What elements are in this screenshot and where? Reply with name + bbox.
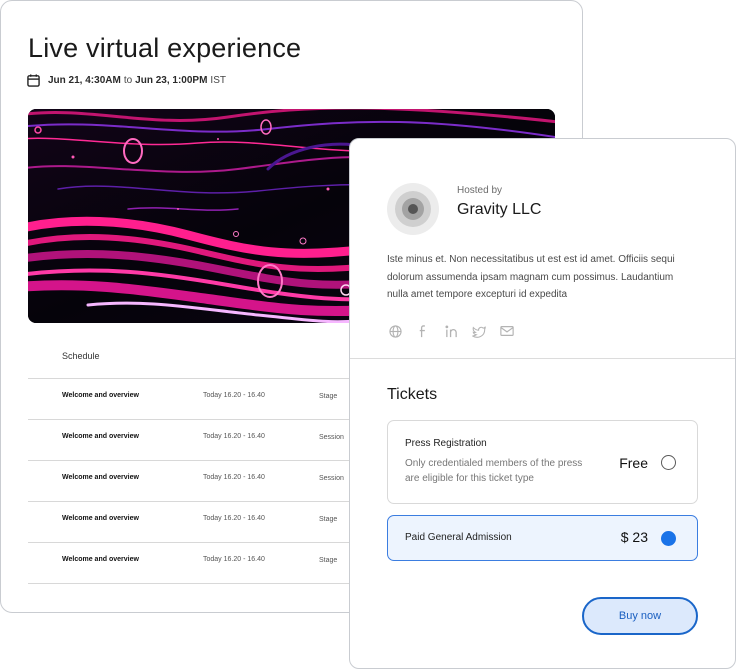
session-time: Today 16.20 - 16.40 xyxy=(203,392,265,399)
tickets-title: Tickets xyxy=(387,386,438,403)
linkedin-icon[interactable] xyxy=(443,323,459,339)
ticket-description: Only credentialed members of the press a… xyxy=(405,458,583,484)
schedule-header: Schedule xyxy=(62,351,100,361)
session-time: Today 16.20 - 16.40 xyxy=(203,515,265,522)
session-type: Stage xyxy=(319,516,338,523)
host-ticket-card: Hosted by Gravity LLC Iste minus et. Non… xyxy=(349,138,736,669)
buy-now-button[interactable]: Buy now xyxy=(582,597,698,635)
session-title: Welcome and overview xyxy=(62,515,139,522)
session-title: Welcome and overview xyxy=(62,474,139,481)
session-type: Session xyxy=(319,475,344,482)
social-links xyxy=(387,323,515,339)
ticket-option-general[interactable]: Paid General Admission $ 23 xyxy=(387,515,698,561)
event-date: Jun 21, 4:30AM to Jun 23, 1:00PM IST xyxy=(27,74,226,87)
session-type: Stage xyxy=(319,393,338,400)
ticket-radio[interactable] xyxy=(661,455,676,470)
table-row[interactable]: Welcome and overview Today 16.20 - 16.40… xyxy=(28,542,358,584)
ticket-name: Press Registration xyxy=(405,438,487,449)
globe-icon[interactable] xyxy=(387,323,403,339)
host-avatar xyxy=(387,183,439,235)
schedule-table: Welcome and overview Today 16.20 - 16.40… xyxy=(28,378,358,584)
ticket-name: Paid General Admission xyxy=(405,532,512,543)
date-separator: to xyxy=(123,75,133,86)
host-name: Gravity LLC xyxy=(457,201,542,218)
session-type: Session xyxy=(319,434,344,441)
facebook-icon[interactable] xyxy=(415,323,431,339)
event-timezone: IST xyxy=(210,75,226,86)
table-row[interactable]: Welcome and overview Today 16.20 - 16.40… xyxy=(28,460,358,501)
table-row[interactable]: Welcome and overview Today 16.20 - 16.40… xyxy=(28,501,358,542)
twitter-icon[interactable] xyxy=(471,323,487,339)
ticket-price: $ 23 xyxy=(620,529,648,545)
event-end: Jun 23, 1:00PM xyxy=(135,75,208,86)
event-title: Live virtual experience xyxy=(28,33,302,63)
session-title: Welcome and overview xyxy=(62,433,139,440)
table-row[interactable]: Welcome and overview Today 16.20 - 16.40… xyxy=(28,378,358,419)
divider xyxy=(350,358,735,359)
ticket-option-press[interactable]: Press Registration Only credentialed mem… xyxy=(387,420,698,504)
event-start: Jun 21, 4:30AM xyxy=(48,75,121,86)
ticket-radio-selected[interactable] xyxy=(661,531,676,546)
mail-icon[interactable] xyxy=(499,323,515,339)
ticket-price: Free xyxy=(619,455,648,471)
session-title: Welcome and overview xyxy=(62,392,139,399)
hosted-by-label: Hosted by xyxy=(457,185,503,196)
session-time: Today 16.20 - 16.40 xyxy=(203,433,265,440)
table-row[interactable]: Welcome and overview Today 16.20 - 16.40… xyxy=(28,419,358,460)
calendar-icon xyxy=(27,74,40,87)
host-description: Iste minus et. Non necessitatibus ut est… xyxy=(387,254,675,300)
session-type: Stage xyxy=(319,557,338,564)
session-time: Today 16.20 - 16.40 xyxy=(203,556,265,563)
session-time: Today 16.20 - 16.40 xyxy=(203,474,265,481)
session-title: Welcome and overview xyxy=(62,556,139,563)
